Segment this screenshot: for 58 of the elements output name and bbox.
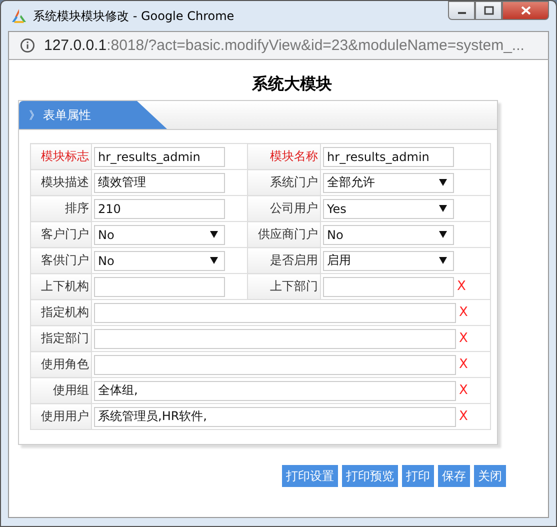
page-heading: 系统大模块 bbox=[251, 74, 333, 95]
dropdown-arrow-icon bbox=[210, 257, 218, 264]
text-field[interactable] bbox=[323, 276, 454, 296]
url-text: 127.0.0.1:8018/?act=basic.modifyView&id=23&moduleName=system_... bbox=[44, 37, 524, 54]
field-label: 上下机构 bbox=[30, 274, 92, 300]
field-label: 指定机构 bbox=[30, 300, 92, 326]
clear-link[interactable]: X bbox=[459, 383, 468, 398]
clear-link[interactable]: X bbox=[459, 409, 468, 424]
field-label: 系统门户 bbox=[248, 170, 321, 196]
text-field[interactable]: 绩效管理 bbox=[94, 172, 225, 192]
text-field[interactable] bbox=[94, 276, 225, 296]
text-field[interactable]: 全体组, bbox=[94, 380, 456, 400]
field-label: 客户门户 bbox=[30, 222, 92, 248]
text-field[interactable] bbox=[94, 328, 456, 348]
text-field[interactable]: hr_results_admin bbox=[323, 146, 454, 166]
text-field[interactable]: 210 bbox=[94, 198, 225, 218]
select-field[interactable]: Yes bbox=[323, 198, 454, 218]
select-field[interactable]: No bbox=[323, 224, 454, 244]
dropdown-arrow-icon bbox=[439, 179, 448, 186]
text-field[interactable] bbox=[94, 354, 456, 374]
select-field[interactable]: No bbox=[94, 224, 225, 244]
field-label: 排序 bbox=[30, 196, 92, 222]
clear-link[interactable]: X bbox=[459, 305, 468, 320]
field-label: 供应商门户 bbox=[248, 222, 321, 248]
minimize-button[interactable] bbox=[448, 1, 475, 20]
close-icon bbox=[520, 6, 530, 15]
field-label: 指定部门 bbox=[30, 326, 92, 352]
dropdown-arrow-icon bbox=[439, 205, 448, 212]
clear-link[interactable]: X bbox=[459, 331, 468, 346]
text-field[interactable]: hr_results_admin bbox=[94, 146, 225, 166]
clear-link[interactable]: X bbox=[459, 357, 468, 372]
close-button[interactable] bbox=[502, 1, 549, 20]
field-label: 模块名称 bbox=[248, 144, 321, 170]
dropdown-arrow-icon bbox=[439, 257, 448, 264]
maximize-button[interactable] bbox=[475, 1, 502, 20]
app-logo-icon bbox=[11, 8, 27, 24]
dropdown-arrow-icon bbox=[439, 231, 448, 238]
field-label: 使用组 bbox=[30, 378, 92, 404]
field-label: 公司用户 bbox=[248, 196, 321, 222]
field-label: 模块描述 bbox=[30, 170, 92, 196]
field-label: 客供门户 bbox=[30, 248, 92, 274]
clear-link[interactable]: X bbox=[457, 279, 466, 294]
field-label: 使用用户 bbox=[30, 404, 92, 430]
panel-tab[interactable]: 》 表单属性 bbox=[19, 101, 167, 129]
field-label: 是否启用 bbox=[248, 248, 321, 274]
text-field[interactable]: 系统管理员,HR软件, bbox=[94, 406, 456, 426]
field-label: 模块标志 bbox=[30, 144, 92, 170]
field-label: 上下部门 bbox=[248, 274, 321, 300]
address-bar[interactable]: 127.0.0.1:8018/?act=basic.modifyView&id=23&moduleName=system_... bbox=[8, 31, 549, 60]
select-field[interactable]: No bbox=[94, 250, 225, 270]
field-label: 使用角色 bbox=[30, 352, 92, 378]
text-field[interactable] bbox=[94, 302, 456, 322]
window-title: 系统模块模块修改 - Google Chrome bbox=[33, 8, 234, 24]
select-field[interactable]: 启用 bbox=[323, 250, 454, 270]
info-icon bbox=[20, 38, 35, 53]
dropdown-arrow-icon bbox=[210, 231, 218, 238]
select-field[interactable]: 全部允许 bbox=[323, 172, 454, 192]
maximize-icon bbox=[484, 6, 494, 15]
